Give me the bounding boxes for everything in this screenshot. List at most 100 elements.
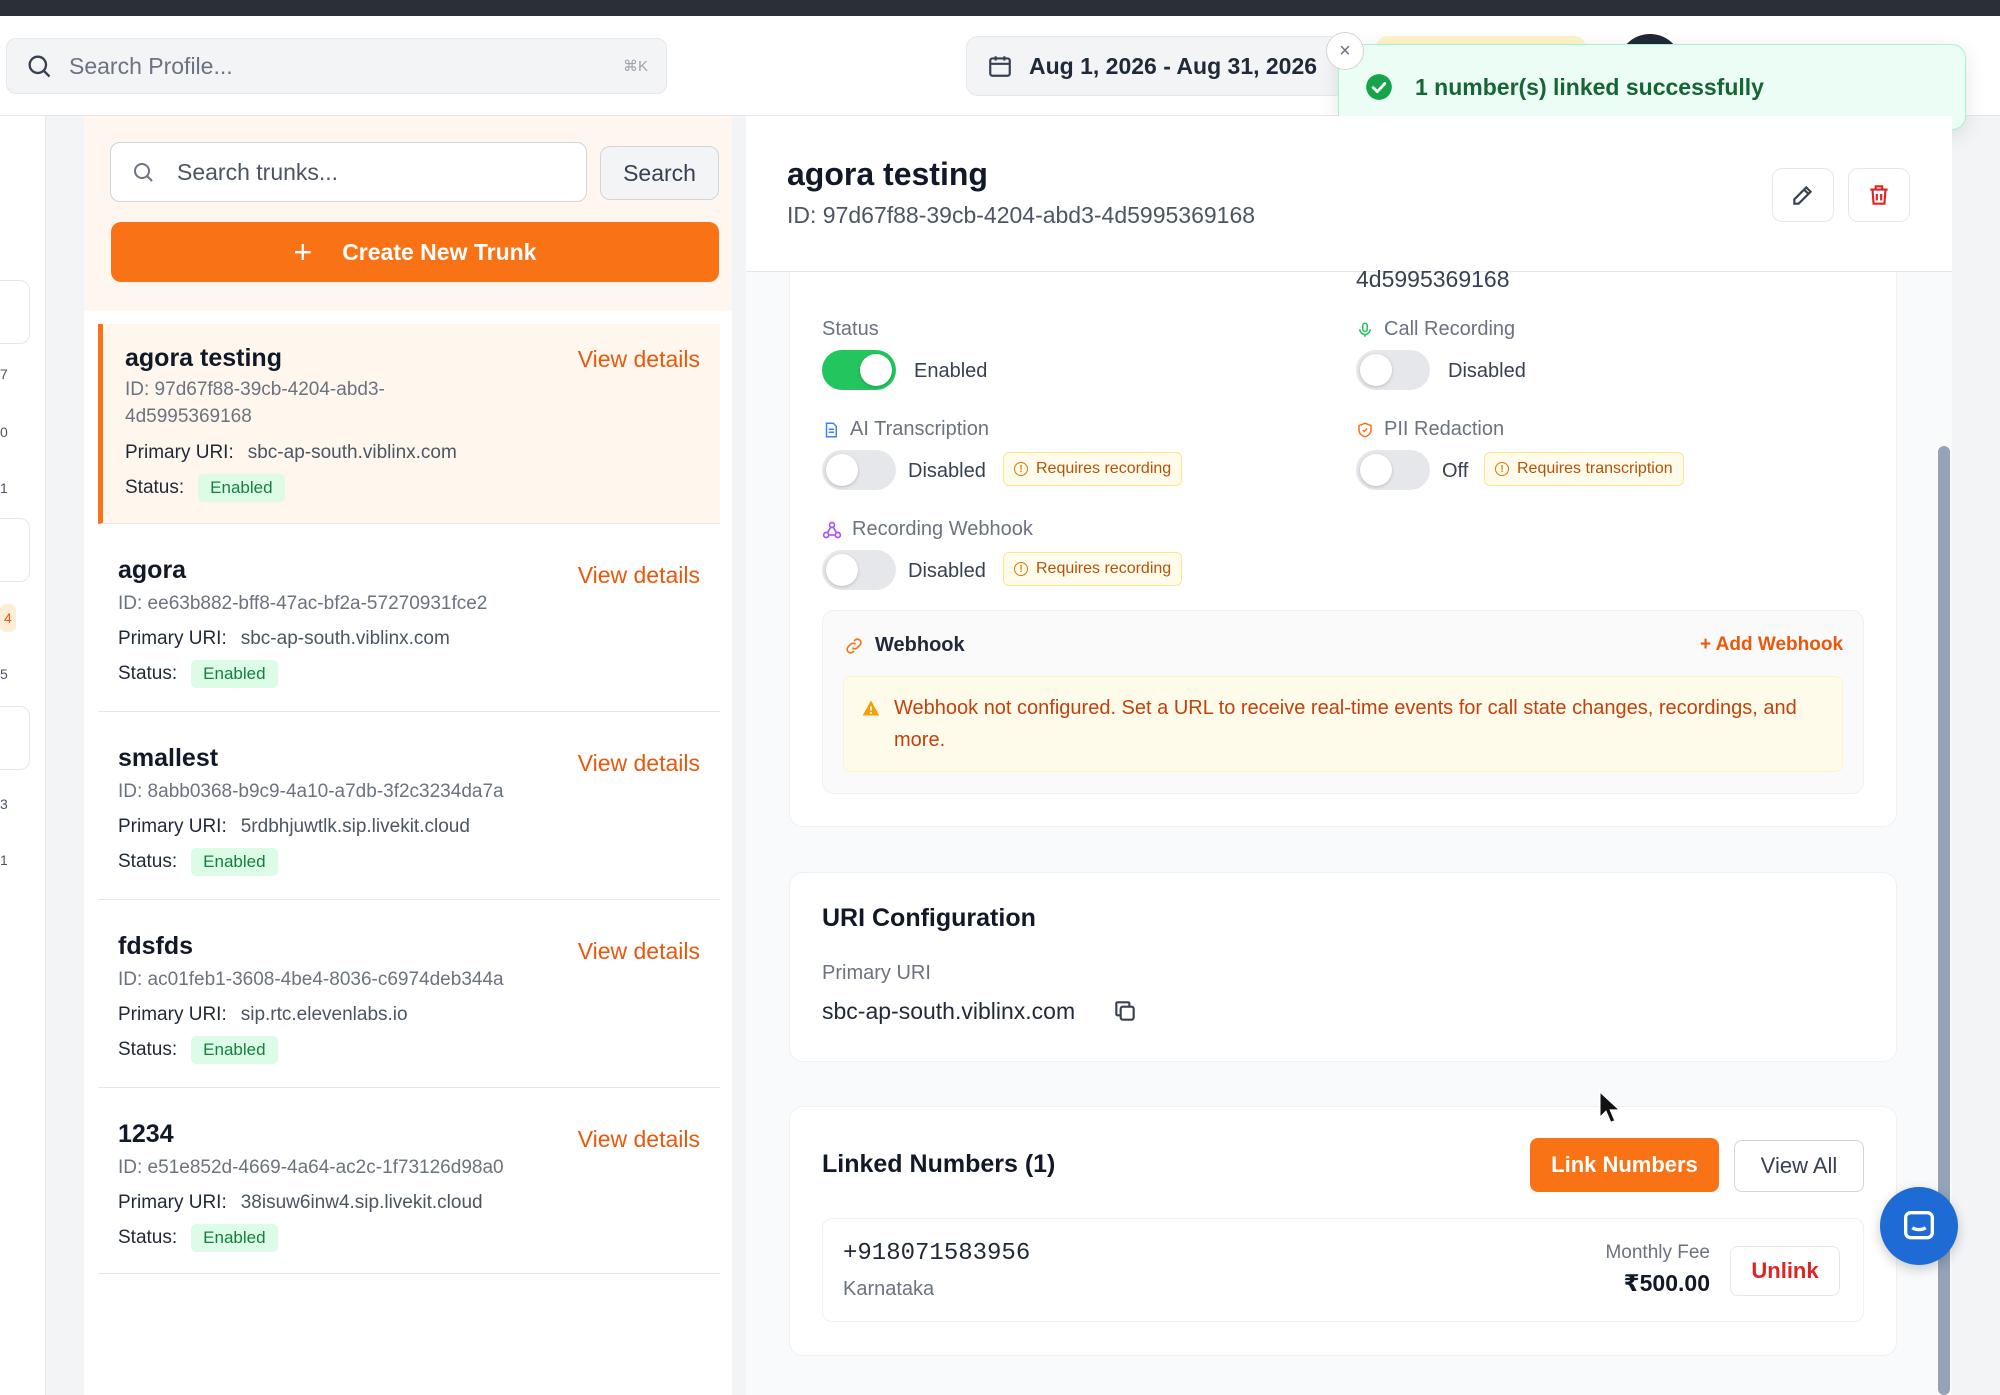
primary-uri-label: Primary URI: xyxy=(118,628,227,649)
monthly-fee-label: Monthly Fee xyxy=(1605,1242,1710,1263)
date-range-picker[interactable]: Aug 1, 2026 - Aug 31, 2026 xyxy=(966,36,1346,96)
edit-icon xyxy=(1793,185,1813,205)
warning-icon xyxy=(862,700,880,716)
view-details-link[interactable]: View details xyxy=(578,346,700,373)
trunk-status: Status: Enabled xyxy=(125,474,285,502)
webhook-title-text: Webhook xyxy=(875,634,965,656)
linked-numbers-title: Linked Numbers (1) xyxy=(822,1150,1056,1178)
rail-count-active: 4 xyxy=(0,604,16,632)
trunk-item[interactable]: smallest View details ID: 8abb0368-b9c9-… xyxy=(98,712,720,900)
view-details-link[interactable]: View details xyxy=(578,1126,700,1153)
toggle-knob xyxy=(1360,354,1392,386)
toggle-knob xyxy=(860,354,892,386)
status-badge: Enabled xyxy=(191,848,278,876)
toggle-knob xyxy=(826,454,858,486)
status-label: Status: xyxy=(118,1227,178,1248)
view-details-link[interactable]: View details xyxy=(578,562,700,589)
rail-count: 5 xyxy=(0,666,8,682)
status-badge: Enabled xyxy=(191,1224,278,1252)
status-setting-label: Status xyxy=(822,318,879,340)
primary-uri-value: 5rdbhjuwtlk.sip.livekit.cloud xyxy=(240,816,470,837)
create-trunk-button[interactable]: + Create New Trunk xyxy=(111,222,719,282)
view-details-link[interactable]: View details xyxy=(578,750,700,777)
monthly-fee-value: ₹500.00 xyxy=(1623,1270,1710,1296)
search-button[interactable]: Search xyxy=(600,146,719,200)
uri-configuration-title: URI Configuration xyxy=(822,904,1036,932)
call-recording-value: Disabled xyxy=(1448,360,1526,382)
trunk-primary-uri: Primary URI: 5rdbhjuwtlk.sip.livekit.clou… xyxy=(118,816,470,838)
trunk-item[interactable]: agora View details ID: ee63b882-bff8-47a… xyxy=(98,524,720,712)
trunk-name: agora xyxy=(118,556,187,584)
window-top-strip xyxy=(0,0,2000,16)
primary-uri-label: Primary URI: xyxy=(118,1004,227,1025)
rail-collapse-button[interactable] xyxy=(0,518,30,582)
search-profile-placeholder: Search Profile... xyxy=(69,52,233,79)
link-numbers-button[interactable]: Link Numbers xyxy=(1530,1138,1719,1192)
support-chat-button[interactable] xyxy=(1880,1187,1958,1265)
trunk-status: Status: Enabled xyxy=(118,660,278,688)
plus-icon: + xyxy=(293,234,313,270)
trunk-id: ID: e51e852d-4669-4a64-ac2c-1f73126d98a0 xyxy=(118,1157,504,1178)
call-recording-label: Call Recording xyxy=(1356,318,1515,341)
trunk-status: Status: Enabled xyxy=(118,848,278,876)
webhook-warning-text: Webhook not configured. Set a URL to rec… xyxy=(894,697,1797,751)
rail-collapse-button[interactable] xyxy=(0,706,30,770)
primary-uri-label: Primary URI: xyxy=(125,442,234,463)
shield-icon xyxy=(1358,421,1372,438)
trunk-item[interactable]: 1234 View details ID: e51e852d-4669-4a64… xyxy=(98,1088,720,1274)
add-webhook-button[interactable]: + Add Webhook xyxy=(1700,634,1843,656)
requires-transcription-badge: ! Requires transcription xyxy=(1484,452,1684,486)
recording-webhook-label: Recording Webhook xyxy=(822,518,1033,541)
pii-redaction-value: Off xyxy=(1442,460,1469,482)
ai-transcription-toggle[interactable] xyxy=(822,450,896,490)
info-icon: ! xyxy=(1014,562,1028,576)
primary-uri-value: sbc-ap-south.viblinx.com xyxy=(240,628,450,649)
toggle-knob xyxy=(1360,454,1392,486)
unlink-button[interactable]: Unlink xyxy=(1730,1246,1840,1296)
trunk-item[interactable]: agora testing View details ID: 97d67f88-… xyxy=(98,324,720,524)
status-label: Status: xyxy=(118,1039,178,1060)
rail-count: 1 xyxy=(0,852,8,868)
recording-webhook-value: Disabled xyxy=(908,560,986,582)
trunk-item[interactable]: fdsfds View details ID: ac01feb1-3608-4b… xyxy=(98,900,720,1088)
status-badge: Enabled xyxy=(191,1036,278,1064)
trunk-primary-uri: Primary URI: sbc-ap-south.viblinx.com xyxy=(125,442,457,464)
status-label: Status: xyxy=(125,477,185,498)
info-icon: ! xyxy=(1495,462,1509,476)
requires-recording-badge: ! Requires recording xyxy=(1003,452,1183,486)
trunk-primary-uri: Primary URI: sip.rtc.elevenlabs.io xyxy=(118,1004,408,1026)
mouse-cursor-icon xyxy=(1598,1090,1620,1124)
primary-uri-value: sbc-ap-south.viblinx.com xyxy=(247,442,457,463)
delete-button[interactable] xyxy=(1848,168,1910,222)
primary-uri-label: Primary URI xyxy=(822,962,931,984)
edit-button[interactable] xyxy=(1772,168,1834,222)
trash-icon xyxy=(1870,185,1888,205)
toast-close-button[interactable]: × xyxy=(1326,32,1364,70)
webhook-title: Webhook xyxy=(843,634,965,657)
copy-icon[interactable] xyxy=(1112,998,1138,1024)
scrolled-id-fragment: 4d5995369168 xyxy=(1356,266,1510,292)
view-details-link[interactable]: View details xyxy=(578,938,700,965)
pii-redaction-toggle[interactable] xyxy=(1356,450,1430,490)
rail-count: 3 xyxy=(0,796,8,812)
recording-webhook-toggle[interactable] xyxy=(822,550,896,590)
uri-configuration-card xyxy=(789,872,1897,1062)
search-profile-input[interactable]: Search Profile... ⌘K xyxy=(6,38,667,94)
linked-number-region: Karnataka xyxy=(843,1278,935,1300)
requires-note: Requires recording xyxy=(1036,460,1172,477)
detail-id: ID: 97d67f88-39cb-4204-abd3-4d5995369168 xyxy=(787,202,1256,228)
call-recording-label-text: Call Recording xyxy=(1384,318,1516,340)
call-recording-toggle[interactable] xyxy=(1356,350,1430,390)
linked-phone-number: +918071583956 xyxy=(843,1240,1031,1267)
search-trunks-input[interactable]: Search trunks... xyxy=(110,142,587,202)
requires-note: Requires recording xyxy=(1036,560,1172,577)
rail-collapse-button[interactable] xyxy=(0,280,30,344)
trunk-name: 1234 xyxy=(118,1120,174,1148)
view-all-button[interactable]: View All xyxy=(1734,1140,1864,1192)
trunk-id: ID: ac01feb1-3608-4be4-8036-c6974deb344a xyxy=(118,969,504,990)
trunk-name: fdsfds xyxy=(118,932,193,960)
date-range-text: Aug 1, 2026 - Aug 31, 2026 xyxy=(1029,52,1318,79)
status-toggle[interactable] xyxy=(822,350,896,390)
status-label: Status: xyxy=(118,851,178,872)
requires-note: Requires transcription xyxy=(1517,460,1673,477)
